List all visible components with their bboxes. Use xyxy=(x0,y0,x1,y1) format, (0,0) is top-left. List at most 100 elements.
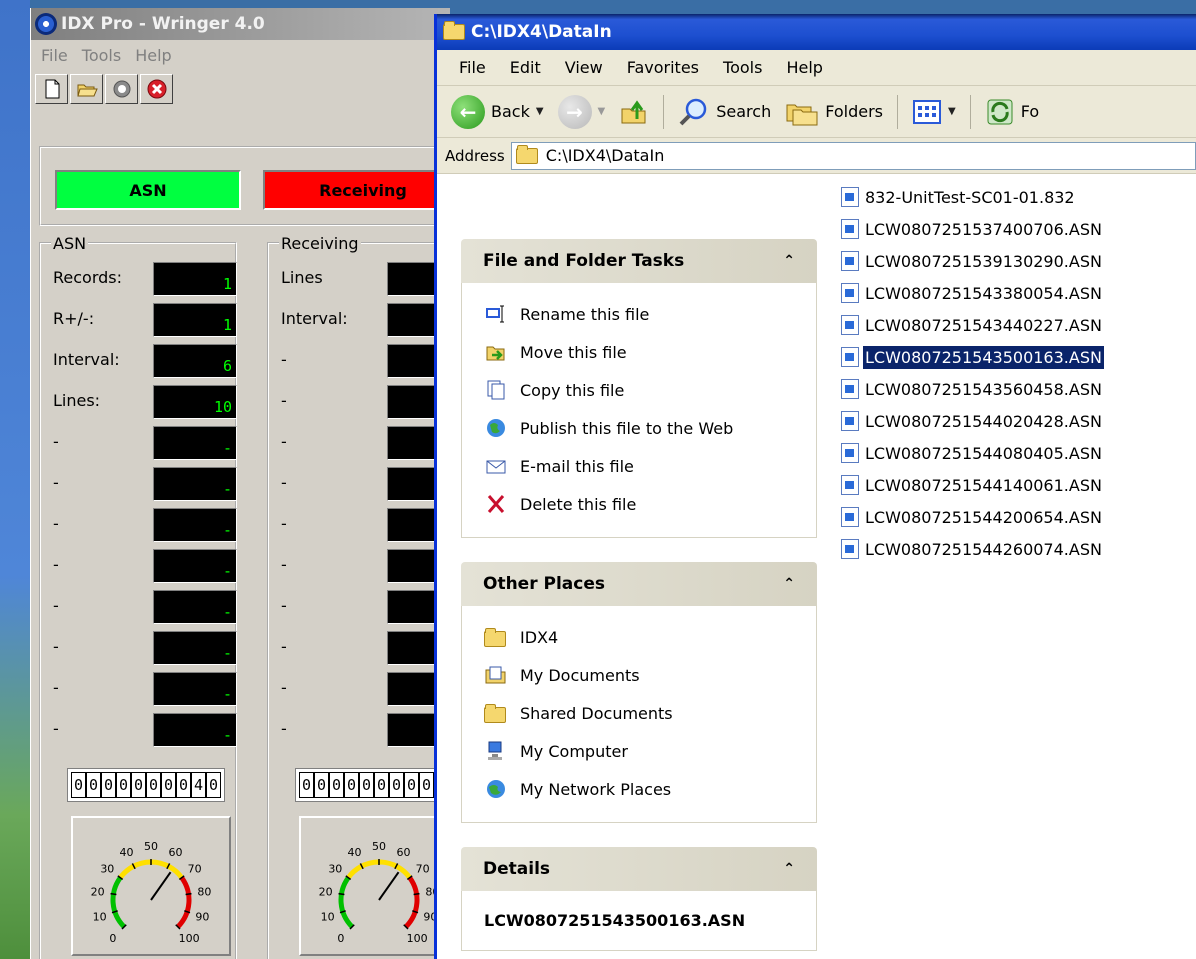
file-name: LCW0807251544020428.ASN xyxy=(865,411,1102,431)
menu-view[interactable]: View xyxy=(555,54,613,81)
file-name: LCW0807251543560458.ASN xyxy=(865,379,1102,399)
address-input[interactable]: C:\IDX4\DataIn xyxy=(510,141,1196,170)
menu-file[interactable]: File xyxy=(41,46,68,65)
file-item[interactable]: LCW0807251544260074.ASN xyxy=(841,533,1196,565)
task-move[interactable]: Move this file xyxy=(484,333,796,371)
file-item[interactable]: LCW0807251539130290.ASN xyxy=(841,245,1196,277)
file-item[interactable]: LCW0807251543560458.ASN xyxy=(841,373,1196,405)
up-folder-button[interactable] xyxy=(615,94,653,130)
menu-help[interactable]: Help xyxy=(776,54,832,81)
stat-value: - xyxy=(153,549,237,583)
stat-label: - xyxy=(281,432,287,451)
chevron-down-icon[interactable]: ▼ xyxy=(948,106,956,117)
stat-label: - xyxy=(53,678,59,697)
stat-value: - xyxy=(153,508,237,542)
shared-folder-icon xyxy=(484,702,508,724)
views-button[interactable]: ▼ xyxy=(908,95,960,129)
task-publish[interactable]: Publish this file to the Web xyxy=(484,409,796,447)
wringer-title-bar[interactable]: IDX Pro - Wringer 4.0 xyxy=(31,8,450,40)
file-item[interactable]: LCW0807251544080405.ASN xyxy=(841,437,1196,469)
collapse-chevron-icon[interactable]: ⌃ xyxy=(783,253,795,269)
task-label: Move this file xyxy=(520,342,627,362)
file-item[interactable]: LCW0807251544200654.ASN xyxy=(841,501,1196,533)
back-button[interactable]: ← Back ▼ xyxy=(447,92,548,132)
menu-favorites[interactable]: Favorites xyxy=(617,54,709,81)
stat-row: -- xyxy=(41,508,237,546)
task-email[interactable]: E-mail this file xyxy=(484,447,796,485)
stat-label: - xyxy=(53,473,59,492)
network-globe-icon xyxy=(487,780,505,798)
forward-button[interactable]: → ▼ xyxy=(554,92,610,132)
chevron-down-icon[interactable]: ▼ xyxy=(536,106,544,117)
stat-label: - xyxy=(281,514,287,533)
stat-row: -- xyxy=(41,426,237,464)
task-label: Publish this file to the Web xyxy=(520,418,734,438)
counter-digit: 0 xyxy=(329,772,344,798)
stat-label: - xyxy=(53,514,59,533)
globe-icon xyxy=(487,419,505,437)
place-my-network-places[interactable]: My Network Places xyxy=(484,770,796,808)
task-copy[interactable]: Copy this file xyxy=(484,371,796,409)
views-icon xyxy=(913,99,941,124)
file-icon xyxy=(841,251,859,271)
stat-row: -- xyxy=(41,549,237,587)
stat-label: - xyxy=(53,719,59,738)
counter-digit: 4 xyxy=(191,772,206,798)
counter-digit: 0 xyxy=(116,772,131,798)
counter-digit: 0 xyxy=(314,772,329,798)
counter-digit: 0 xyxy=(374,772,389,798)
counter-digit: 0 xyxy=(389,772,404,798)
folder-sync-button[interactable]: Fo xyxy=(981,94,1043,130)
chevron-down-icon[interactable]: ▼ xyxy=(598,106,606,117)
file-list: 832-UnitTest-SC01-01.832 LCW0807251537400… xyxy=(833,175,1196,959)
menu-file[interactable]: File xyxy=(449,54,496,81)
folders-button[interactable]: Folders xyxy=(781,94,887,130)
file-item[interactable]: 832-UnitTest-SC01-01.832 xyxy=(841,181,1196,213)
menu-help[interactable]: Help xyxy=(135,46,171,65)
counter-digit: 0 xyxy=(86,772,101,798)
task-rename[interactable]: Rename this file xyxy=(484,295,796,333)
counter-digit: 0 xyxy=(359,772,374,798)
place-my-documents[interactable]: My Documents xyxy=(484,656,796,694)
collapse-chevron-icon[interactable]: ⌃ xyxy=(783,576,795,592)
back-arrow-icon: ← xyxy=(451,94,485,129)
computer-icon xyxy=(488,741,502,760)
place-my-computer[interactable]: My Computer xyxy=(484,732,796,770)
counter-digit: 0 xyxy=(71,772,86,798)
stat-label: - xyxy=(53,555,59,574)
place-idx4[interactable]: IDX4 xyxy=(484,618,796,656)
place-label: Shared Documents xyxy=(520,703,673,723)
file-folder-tasks-header[interactable]: File and Folder Tasks ⌃ xyxy=(461,239,817,283)
other-places-panel: Other Places ⌃ IDX4 My Documents Shared … xyxy=(461,562,817,823)
gauge-tick-label: 20 xyxy=(91,886,105,899)
file-name: LCW0807251544200654.ASN xyxy=(865,507,1102,527)
explorer-title-bar[interactable]: C:\IDX4\DataIn xyxy=(437,14,1196,50)
collapse-chevron-icon[interactable]: ⌃ xyxy=(783,861,795,877)
gear-icon xyxy=(35,13,57,35)
place-shared-documents[interactable]: Shared Documents xyxy=(484,694,796,732)
file-item[interactable]: LCW0807251543500163.ASN xyxy=(841,341,1196,373)
asn-group-title: ASN xyxy=(51,234,89,253)
other-places-header[interactable]: Other Places ⌃ xyxy=(461,562,817,606)
toolbar-separator xyxy=(897,94,898,129)
new-button[interactable] xyxy=(35,74,68,104)
gauge-needle xyxy=(150,871,172,901)
open-button[interactable] xyxy=(70,74,103,104)
file-item[interactable]: LCW0807251544020428.ASN xyxy=(841,405,1196,437)
file-item[interactable]: LCW0807251543380054.ASN xyxy=(841,277,1196,309)
gauge-tick-label: 60 xyxy=(397,846,411,859)
start-button[interactable] xyxy=(105,74,138,104)
menu-tools[interactable]: Tools xyxy=(713,54,772,81)
menu-edit[interactable]: Edit xyxy=(500,54,551,81)
file-item[interactable]: LCW0807251543440227.ASN xyxy=(841,309,1196,341)
details-header[interactable]: Details ⌃ xyxy=(461,847,817,891)
file-item[interactable]: LCW0807251537400706.ASN xyxy=(841,213,1196,245)
counter-digit: 0 xyxy=(344,772,359,798)
gauge-needle xyxy=(378,871,400,901)
search-button[interactable]: Search xyxy=(674,93,775,131)
place-label: My Network Places xyxy=(520,779,672,799)
menu-tools[interactable]: Tools xyxy=(82,46,121,65)
file-item[interactable]: LCW0807251544140061.ASN xyxy=(841,469,1196,501)
task-delete[interactable]: Delete this file xyxy=(484,485,796,523)
stop-button[interactable] xyxy=(140,74,173,104)
